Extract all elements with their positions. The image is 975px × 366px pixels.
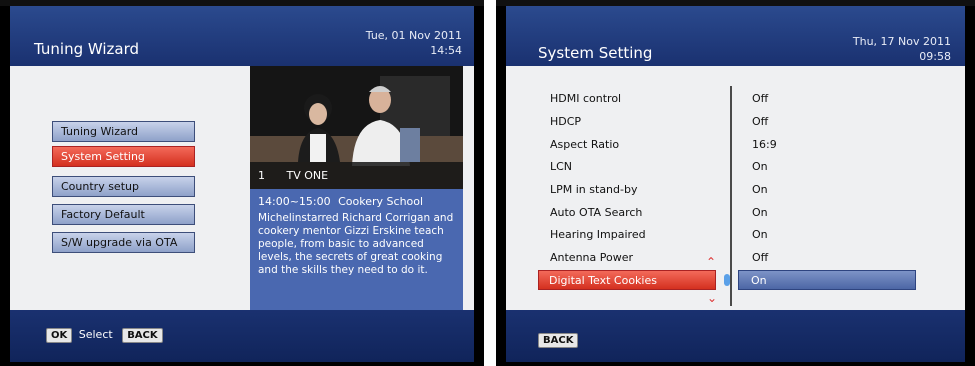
program-description: Michelinstarred Richard Corrigan and coo… (258, 212, 454, 276)
back-key[interactable]: BACK (122, 328, 163, 343)
program-schedule: 14:00~15:00 Cookery School (258, 195, 423, 208)
system-setting-screen: System Setting Thu, 17 Nov 2011 09:58 HD… (496, 0, 975, 366)
menu-item-country-setup[interactable]: Country setup (52, 176, 195, 197)
setting-value-hdcp: Off (752, 115, 769, 128)
setting-label-digital-text-cookies[interactable]: Digital Text Cookies (538, 270, 716, 290)
scroll-up-arrow-icon[interactable]: ⌃ (706, 256, 716, 268)
setting-value-auto-ota-search: On (752, 206, 768, 219)
menu-item-factory-default[interactable]: Factory Default (52, 204, 195, 225)
channel-number: 1 (258, 169, 265, 182)
page-title: System Setting (538, 44, 653, 62)
setting-value-digital-text-cookies[interactable]: On (738, 270, 916, 290)
settings-panel: HDMI control Off HDCP Off Aspect Ratio 1… (506, 66, 965, 310)
date-text: Thu, 17 Nov 2011 (852, 35, 951, 48)
select-hint: Select (78, 328, 113, 341)
time-text: 09:58 (919, 50, 951, 63)
content-panel: Tuning Wizard System Setting Country set… (10, 66, 474, 310)
scroll-indicator (724, 274, 730, 286)
menu-item-tuning-wizard[interactable]: Tuning Wizard (52, 121, 195, 142)
setting-label-lpm-standby[interactable]: LPM in stand-by (550, 183, 637, 196)
header-bar: Tuning Wizard Tue, 01 Nov 2011 14:54 (10, 6, 474, 66)
setting-value-hdmi-control: Off (752, 92, 769, 105)
datetime: Tue, 01 Nov 2011 14:54 (366, 28, 462, 58)
program-preview: 1 TV ONE 14:00~15:00 Cookery School Mich… (250, 66, 463, 310)
setting-label-antenna-power[interactable]: Antenna Power (550, 251, 633, 264)
key-hints: OK Select BACK (46, 328, 163, 343)
setting-value-antenna-power: Off (752, 251, 769, 264)
setting-value-aspect-ratio: 16:9 (752, 138, 777, 151)
footer-bar: OK Select BACK (10, 310, 474, 362)
scroll-down-arrow-icon[interactable]: ⌄ (707, 292, 717, 304)
setting-label-hdcp[interactable]: HDCP (550, 115, 581, 128)
program-time: 14:00~15:00 (258, 195, 331, 208)
setting-label-hearing-impaired[interactable]: Hearing Impaired (550, 228, 646, 241)
video-preview: 1 TV ONE (250, 66, 463, 189)
menu-item-system-setting[interactable]: System Setting (52, 146, 195, 167)
page-title: Tuning Wizard (34, 40, 140, 58)
program-title: Cookery School (338, 195, 424, 208)
back-key[interactable]: BACK (538, 333, 579, 348)
setting-label-hdmi-control[interactable]: HDMI control (550, 92, 621, 105)
setting-label-lcn[interactable]: LCN (550, 160, 572, 173)
menu-item-sw-upgrade[interactable]: S/W upgrade via OTA (52, 232, 195, 253)
setting-label-auto-ota-search[interactable]: Auto OTA Search (550, 206, 642, 219)
tuning-wizard-screen: Tuning Wizard Tue, 01 Nov 2011 14:54 Tun… (0, 0, 484, 366)
setting-label-aspect-ratio[interactable]: Aspect Ratio (550, 138, 619, 151)
setting-value-hearing-impaired: On (752, 228, 768, 241)
key-hints: BACK (538, 328, 579, 348)
column-divider (730, 86, 732, 306)
datetime: Thu, 17 Nov 2011 09:58 (853, 34, 951, 64)
channel-bar: 1 TV ONE (250, 162, 463, 189)
setting-value-lcn: On (752, 160, 768, 173)
ok-key[interactable]: OK (46, 328, 73, 343)
date-text: Tue, 01 Nov 2011 (365, 29, 462, 42)
footer-bar: BACK (506, 310, 965, 362)
setting-value-lpm-standby: On (752, 183, 768, 196)
channel-name: TV ONE (286, 169, 329, 182)
time-text: 14:54 (430, 44, 462, 57)
header-bar: System Setting Thu, 17 Nov 2011 09:58 (506, 6, 965, 66)
